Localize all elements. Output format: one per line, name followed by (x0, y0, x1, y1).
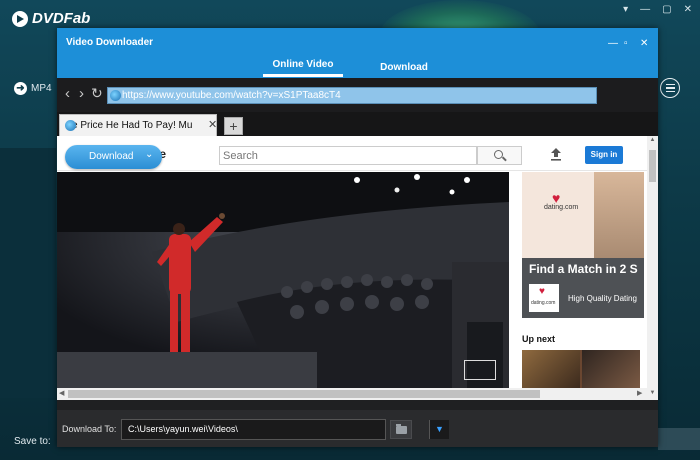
thumbnail-image (582, 350, 640, 388)
forward-icon[interactable]: › (79, 86, 84, 101)
thumbnail-image (522, 350, 580, 388)
active-tab-indicator (263, 74, 343, 77)
up-next-heading: Up next (522, 334, 556, 344)
maximize-button[interactable]: ▫ (624, 38, 628, 49)
vertical-scroll-thumb[interactable] (649, 150, 656, 182)
new-tab-button[interactable]: + (224, 117, 243, 135)
upload-icon[interactable] (550, 147, 562, 161)
save-to-label: Save to: (14, 436, 51, 447)
ad-brand: dating.com (544, 204, 579, 211)
video-player[interactable] (57, 172, 509, 388)
background-window-controls: ▾ — ▢ ✕ (623, 4, 692, 15)
video-downloader-dialog: Video Downloader — ▫ ✕ Online Video Down… (57, 28, 658, 447)
url-text[interactable]: https://www.youtube.com/watch?v=xS1PTaa8… (122, 90, 341, 101)
back-icon[interactable]: ‹ (65, 86, 70, 101)
download-path-field[interactable]: C:\Users\yayun.wei\Videos\ ▼ (121, 419, 449, 440)
browser-tab[interactable]: e Price He Had To Pay! Mu ✕ (59, 114, 217, 136)
dialog-title-bar: Video Downloader — ▫ ✕ Online Video Down… (57, 28, 658, 78)
vertical-scrollbar[interactable]: ▲ ▼ (647, 136, 658, 400)
close-button[interactable]: ✕ (640, 38, 648, 49)
sidebar-recommendations: ♥ dating.com Find a Match in 2 S ♥ datin… (519, 172, 645, 388)
background-dropdown-control[interactable]: ▾ (623, 4, 628, 15)
download-button-label: Download (89, 151, 134, 162)
background-maximize-control[interactable]: ▢ (662, 4, 671, 15)
url-field[interactable]: https://www.youtube.com/watch?v=xS1PTaa8… (107, 87, 597, 104)
background-close-control[interactable]: ✕ (684, 4, 692, 15)
scroll-left-icon[interactable]: ◀ (59, 389, 64, 397)
search-placeholder: Search (223, 150, 258, 162)
browser-tab-strip: e Price He Had To Pay! Mu ✕ + (57, 112, 658, 136)
background-minimize-control[interactable]: — (640, 4, 650, 15)
arrow-right-icon: ➜ (14, 82, 27, 95)
browse-folder-button[interactable] (390, 420, 412, 439)
format-label: MP4 (31, 83, 52, 94)
download-to-label: Download To: (62, 424, 117, 434)
ad-tagline: High Quality Dating (568, 294, 637, 303)
menu-icon[interactable] (660, 78, 680, 98)
globe-icon (110, 90, 121, 101)
minimize-button[interactable]: — (608, 38, 618, 49)
tab-close-icon[interactable]: ✕ (208, 118, 217, 131)
web-page-view: be Search Sign in Download ⌄ (57, 136, 658, 400)
scroll-right-icon[interactable]: ▶ (637, 389, 642, 397)
dvdfab-logo-icon (12, 10, 28, 27)
up-next-thumbnail[interactable] (522, 350, 640, 388)
background-start-button[interactable] (658, 428, 700, 450)
globe-icon (65, 120, 76, 131)
tab-download[interactable]: Download (373, 62, 435, 73)
scroll-up-icon[interactable]: ▲ (649, 137, 656, 143)
dvdfab-logo: DVDFab (12, 10, 90, 27)
chevron-down-icon: ⌄ (145, 149, 154, 160)
download-path[interactable]: C:\Users\yayun.wei\Videos\ (128, 424, 238, 434)
tab-online-video[interactable]: Online Video (263, 59, 343, 70)
ad-logo-text: dating.com (531, 300, 556, 306)
download-button[interactable]: Download ⌄ (65, 145, 162, 169)
video-control-overlay[interactable] (464, 360, 496, 380)
dialog-title: Video Downloader (66, 37, 154, 48)
folder-icon (396, 424, 407, 434)
background-panel (0, 148, 56, 398)
format-selector[interactable]: ➜ MP4 (14, 82, 52, 95)
search-button[interactable] (477, 146, 522, 165)
download-to-bar: Download To: C:\Users\yayun.wei\Videos\ … (57, 410, 658, 447)
chevron-down-icon[interactable]: ▼ (429, 420, 449, 439)
browser-tab-title: e Price He Had To Pay! Mu (72, 120, 193, 131)
horizontal-scroll-thumb[interactable] (68, 390, 540, 398)
video-frame (57, 172, 509, 388)
ad-logo: ♥ dating.com (529, 284, 559, 312)
advertisement[interactable]: ♥ dating.com Find a Match in 2 S ♥ datin… (522, 172, 644, 318)
ad-banner: Find a Match in 2 S ♥ dating.com High Qu… (522, 258, 644, 318)
horizontal-scrollbar[interactable]: ◀ ▶ (57, 388, 647, 400)
reload-icon[interactable]: ↻ (91, 86, 103, 101)
ad-headline: Find a Match in 2 S (529, 262, 638, 276)
search-input[interactable]: Search (219, 146, 477, 165)
ad-image (594, 172, 644, 258)
heart-icon: ♥ (539, 286, 545, 297)
sign-in-button[interactable]: Sign in (585, 146, 623, 164)
scroll-down-icon[interactable]: ▼ (649, 390, 656, 396)
browser-nav-bar: ‹ › ↻ https://www.youtube.com/watch?v=xS… (57, 78, 658, 112)
search-icon (494, 150, 503, 159)
